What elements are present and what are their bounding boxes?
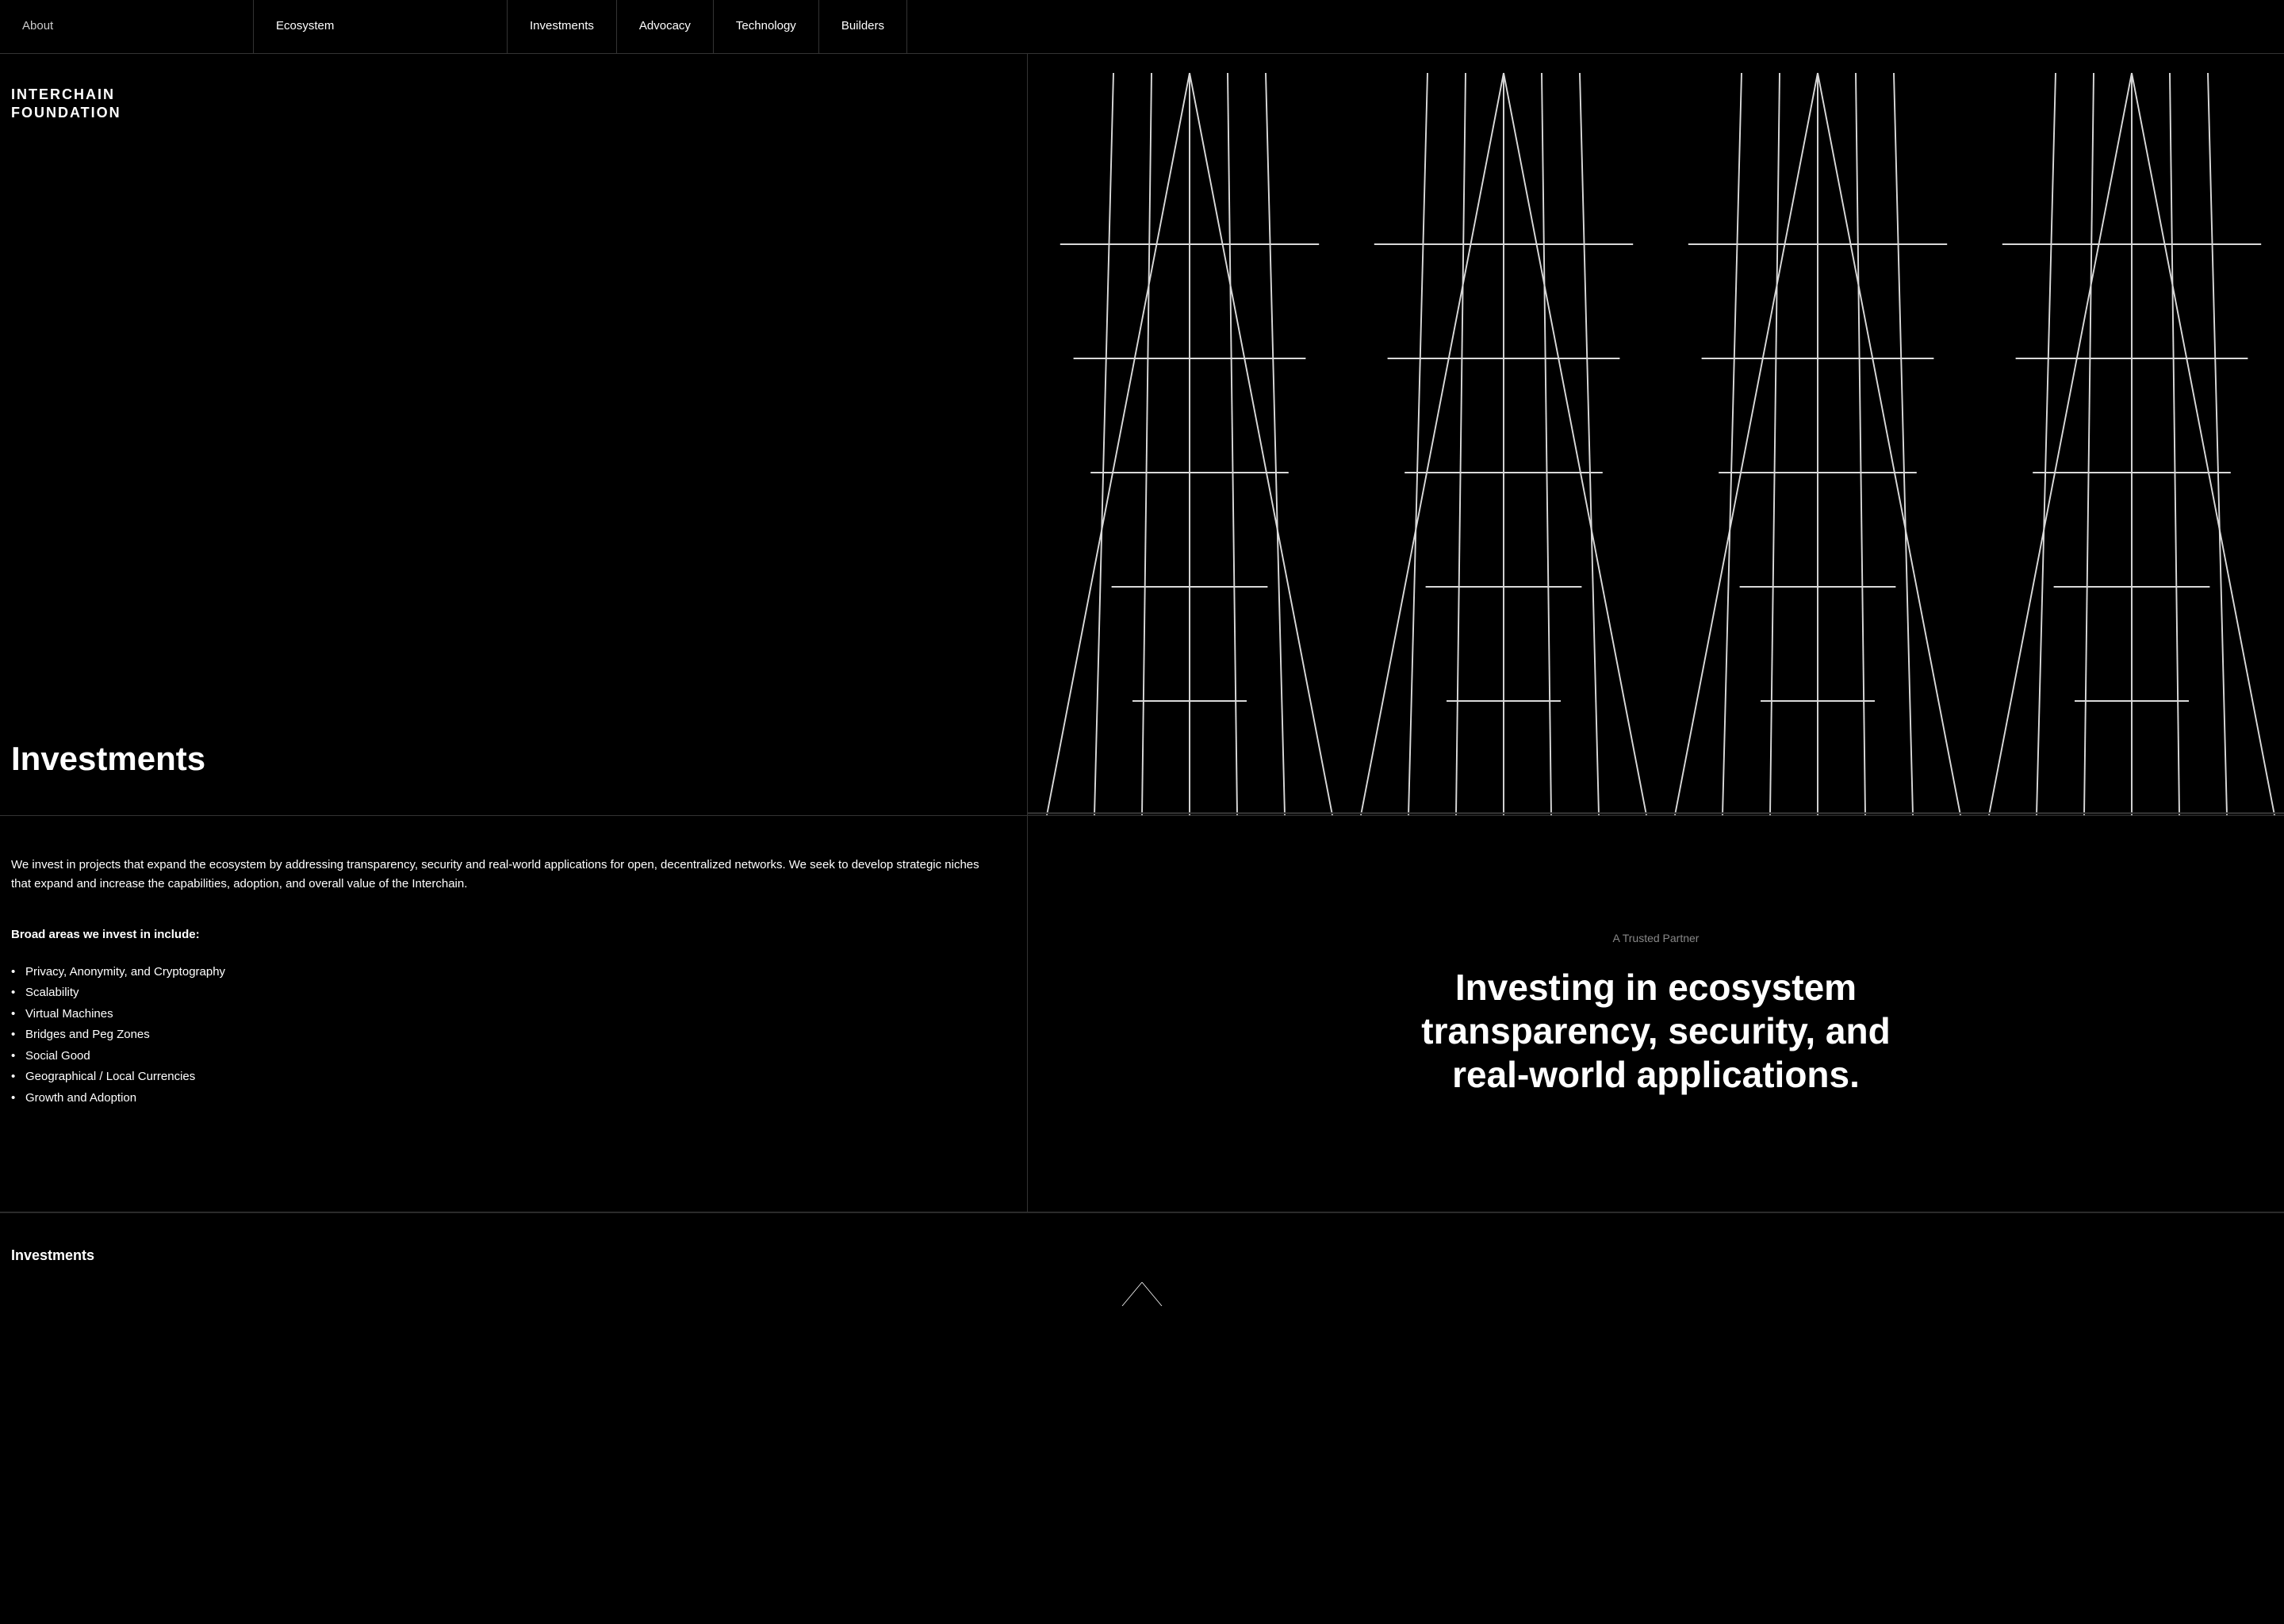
- broad-heading: Broad areas we invest in include:: [11, 926, 995, 944]
- site-logo: INTERCHAIN FOUNDATION: [11, 86, 1003, 123]
- content-right: A Trusted Partner Investing in ecosystem…: [1028, 816, 2284, 1212]
- trusted-label: A Trusted Partner: [1613, 930, 1700, 947]
- pyramids-container: [1028, 54, 2284, 815]
- content-left: We invest in projects that expand the ec…: [0, 816, 1028, 1212]
- nav-technology[interactable]: Technology: [714, 0, 819, 53]
- main-nav: About Ecosystem Investments Advocacy Tec…: [0, 0, 2284, 54]
- list-item: Bridges and Peg Zones: [11, 1026, 995, 1044]
- bottom-decoration: [11, 1266, 2273, 1306]
- list-item: Geographical / Local Currencies: [11, 1068, 995, 1086]
- list-item: Social Good: [11, 1048, 995, 1066]
- content-section: We invest in projects that expand the ec…: [0, 816, 2284, 1212]
- footer-section: Investments: [0, 1212, 2284, 1346]
- content-description: We invest in projects that expand the ec…: [11, 856, 995, 895]
- invest-list: Privacy, Anonymity, and Cryptography Sca…: [11, 963, 995, 1108]
- nav-advocacy[interactable]: Advocacy: [617, 0, 714, 53]
- list-item: Virtual Machines: [11, 1005, 995, 1024]
- hero-section: INTERCHAIN FOUNDATION Investments: [0, 54, 2284, 816]
- hero-left: INTERCHAIN FOUNDATION Investments: [0, 54, 1028, 815]
- nav-investments[interactable]: Investments: [508, 0, 617, 53]
- nav-ecosystem[interactable]: Ecosystem: [254, 0, 508, 53]
- footer-investments: Investments: [11, 1245, 2273, 1266]
- hero-graphic: [1028, 54, 2284, 815]
- tagline: Investing in ecosystem transparency, sec…: [1378, 966, 1933, 1097]
- page-title: Investments: [11, 718, 1003, 783]
- list-item: Privacy, Anonymity, and Cryptography: [11, 963, 995, 982]
- nav-about[interactable]: About: [0, 0, 254, 53]
- nav-builders[interactable]: Builders: [819, 0, 907, 53]
- list-item: Growth and Adoption: [11, 1090, 995, 1108]
- list-item: Scalability: [11, 984, 995, 1002]
